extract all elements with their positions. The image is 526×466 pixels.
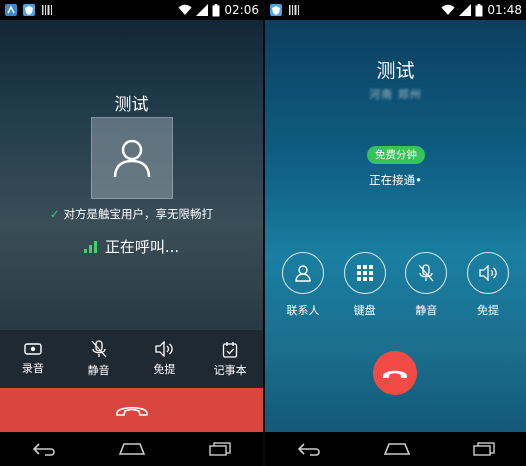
back-icon[interactable] <box>31 442 57 456</box>
battery-icon <box>475 3 483 16</box>
mute-button[interactable]: 静音 <box>66 330 132 388</box>
app-notification-icon <box>5 4 17 16</box>
touchpal-user-notice: ✓ 对方是触宝用户，享无限畅打 <box>0 206 263 222</box>
barcode-notification-icon <box>42 5 52 15</box>
nav-bar <box>265 432 526 466</box>
contact-name: 测试 <box>114 95 149 115</box>
contact-icon <box>295 265 311 282</box>
left-call-screen: 02:06 测试 ✓ 对方是触宝用户，享无限畅打 正在呼叫... 录音 静音 免… <box>0 0 263 466</box>
contacts-label: 联系人 <box>286 304 320 317</box>
hangup-icon <box>383 370 407 378</box>
nav-bar <box>0 432 263 466</box>
wifi-icon <box>441 4 455 15</box>
record-label: 录音 <box>21 362 44 375</box>
right-call-screen: 01:48 测试 河南 郑州 免费分钟 正在接通• 联系人 键盘 静音 免提 <box>265 0 526 466</box>
speaker-label: 免提 <box>476 304 499 317</box>
recent-apps-icon[interactable] <box>472 442 496 456</box>
call-action-bar: 录音 静音 免提 记事本 <box>0 330 263 388</box>
calling-status-text: 正在呼叫... <box>104 238 180 256</box>
check-icon: ✓ <box>49 207 60 221</box>
back-icon[interactable] <box>296 442 322 456</box>
recent-apps-icon[interactable] <box>208 442 232 456</box>
home-icon[interactable] <box>118 442 146 456</box>
battery-icon <box>212 3 220 16</box>
keypad-icon <box>356 265 373 281</box>
notepad-button[interactable]: 记事本 <box>197 330 263 388</box>
avatar <box>91 117 173 199</box>
contact-name: 测试 <box>376 60 415 82</box>
mute-mic-icon <box>418 264 434 282</box>
mute-mic-icon <box>91 340 107 358</box>
end-call-button[interactable] <box>0 388 263 432</box>
contact-location-blurred: 河南 郑州 <box>369 88 422 101</box>
status-bar: 02:06 <box>0 0 263 20</box>
speaker-icon <box>155 341 174 357</box>
speaker-icon <box>479 265 497 281</box>
record-button[interactable]: 录音 <box>0 330 66 388</box>
call-actions: 联系人 键盘 静音 免提 <box>279 252 512 318</box>
notepad-icon <box>222 341 238 358</box>
connecting-status: 正在接通• <box>369 173 422 187</box>
speaker-label: 免提 <box>153 363 176 376</box>
shield-notification-icon <box>270 4 282 16</box>
contacts-button[interactable]: 联系人 <box>279 252 327 318</box>
mute-label: 静音 <box>415 304 438 317</box>
notepad-label: 记事本 <box>213 363 247 377</box>
wifi-icon <box>178 4 192 15</box>
status-time: 01:48 <box>487 3 522 17</box>
free-minutes-badge: 免费分钟 <box>367 146 425 164</box>
touch-notice-text: 对方是触宝用户，享无限畅打 <box>63 207 214 221</box>
barcode-notification-icon <box>289 5 299 15</box>
keypad-button[interactable]: 键盘 <box>341 252 389 318</box>
status-time: 02:06 <box>224 3 259 17</box>
mute-label: 静音 <box>87 364 110 377</box>
home-icon[interactable] <box>383 442 411 456</box>
root: 02:06 测试 ✓ 对方是触宝用户，享无限畅打 正在呼叫... 录音 静音 免… <box>0 0 526 466</box>
hangup-button[interactable] <box>373 351 417 395</box>
mute-button[interactable]: 静音 <box>402 252 450 318</box>
keypad-label: 键盘 <box>353 304 376 317</box>
record-icon <box>24 343 42 355</box>
hangup-icon <box>115 406 148 416</box>
signal-icon <box>196 4 209 16</box>
person-icon <box>113 139 151 178</box>
calling-status: 正在呼叫... <box>0 236 263 257</box>
status-bar: 01:48 <box>265 0 526 20</box>
signal-strength-icon <box>83 240 97 253</box>
signal-icon <box>459 4 472 16</box>
shield-notification-icon <box>23 4 35 16</box>
speaker-button[interactable]: 免提 <box>132 330 198 388</box>
speaker-button[interactable]: 免提 <box>464 252 512 318</box>
